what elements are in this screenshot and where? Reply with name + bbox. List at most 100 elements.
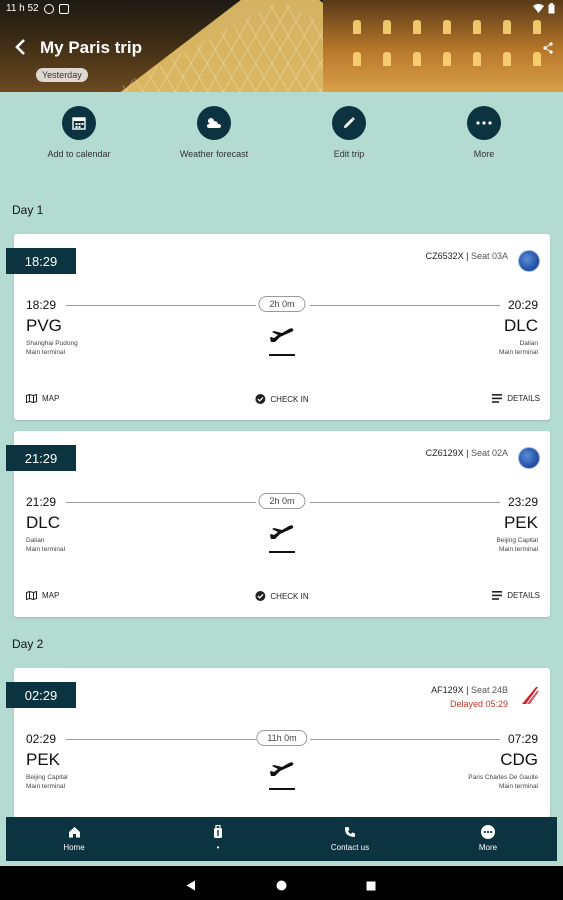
nav-home[interactable]: Home bbox=[34, 824, 114, 852]
check-in-label: CHECK IN bbox=[270, 394, 309, 404]
flight-duration: 2h 0m bbox=[258, 493, 306, 509]
departure-airport-code: DLC bbox=[26, 513, 61, 532]
flight-seat-info: CZ6129X | Seat 02A bbox=[425, 448, 508, 458]
nav-label: More bbox=[478, 843, 498, 852]
action-label: Weather forecast bbox=[179, 149, 249, 159]
details-label: DETAILS bbox=[507, 591, 540, 600]
departure-city-name: Shanghai Pudong bbox=[26, 340, 78, 347]
add-to-calendar-button[interactable]: Add to calendar bbox=[19, 106, 139, 159]
details-label: DETAILS bbox=[507, 394, 540, 403]
flight-duration: 11h 0m bbox=[256, 730, 308, 746]
bottom-navigation: Home • Contact us More bbox=[6, 817, 557, 861]
arrival-airport-code: DLC bbox=[503, 316, 538, 335]
departure-city-name: Dalian bbox=[26, 537, 45, 544]
arrival-terminal: Main terminal bbox=[498, 783, 538, 790]
day-label: Day 2 bbox=[12, 637, 44, 651]
route-line bbox=[310, 739, 500, 740]
route-line bbox=[66, 502, 256, 503]
check-circle-icon bbox=[255, 591, 266, 601]
flight-number: CZ6129X bbox=[425, 448, 464, 458]
arrival-time: 23:29 bbox=[507, 495, 538, 509]
map-icon bbox=[26, 591, 37, 600]
plane-underline bbox=[269, 788, 295, 790]
back-arrow-icon[interactable] bbox=[14, 38, 26, 60]
plane-underline bbox=[269, 551, 295, 553]
departure-city: Beijing Capital Main terminal bbox=[26, 773, 68, 791]
arrival-time: 20:29 bbox=[507, 298, 538, 312]
notification-icon bbox=[43, 3, 54, 14]
edit-trip-button[interactable]: Edit trip bbox=[289, 106, 409, 159]
map-label: MAP bbox=[42, 394, 60, 403]
home-circle-icon[interactable] bbox=[276, 878, 287, 896]
flight-card[interactable]: 21:29 CZ6129X | Seat 02A 21:29 2h 0m 23:… bbox=[6, 431, 550, 617]
seat-number: Seat 02A bbox=[470, 448, 508, 458]
phone-icon bbox=[310, 824, 390, 840]
route-line bbox=[310, 305, 500, 306]
arrival-city: Dalian Main terminal bbox=[499, 339, 538, 357]
plane-underline bbox=[269, 354, 295, 356]
weather-forecast-button[interactable]: Weather forecast bbox=[154, 106, 274, 159]
nav-contact-us[interactable]: Contact us bbox=[310, 824, 390, 852]
map-icon bbox=[26, 394, 37, 403]
android-navigation-bar bbox=[0, 866, 563, 900]
departure-airport-code: PVG bbox=[26, 316, 62, 335]
route-line bbox=[310, 502, 500, 503]
departure-terminal: Main terminal bbox=[26, 546, 66, 553]
more-actions-button[interactable]: More bbox=[424, 106, 544, 159]
departure-terminal: Main terminal bbox=[26, 349, 66, 356]
flight-card[interactable]: 02:29 AF129X | Seat 24B Delayed 05:29 02… bbox=[6, 668, 550, 818]
map-button[interactable]: MAP bbox=[26, 394, 59, 403]
departure-city: Dalian Main terminal bbox=[26, 536, 65, 554]
back-triangle-icon[interactable] bbox=[186, 878, 196, 896]
plane-takeoff-icon bbox=[269, 523, 295, 550]
more-icon bbox=[467, 106, 501, 140]
check-in-button[interactable]: CHECK IN bbox=[255, 394, 309, 404]
nav-more[interactable]: More bbox=[448, 824, 528, 852]
map-label: MAP bbox=[42, 591, 60, 600]
check-in-button[interactable]: CHECK IN bbox=[255, 591, 309, 601]
nav-label: Home bbox=[63, 843, 85, 852]
action-label: Edit trip bbox=[333, 149, 365, 159]
arrival-terminal: Main terminal bbox=[498, 546, 538, 553]
departure-terminal: Main terminal bbox=[26, 783, 66, 790]
departure-time: 21:29 bbox=[26, 495, 57, 509]
details-button[interactable]: DETAILS bbox=[492, 394, 540, 403]
action-label: Add to calendar bbox=[47, 149, 111, 159]
date-badge: Yesterday bbox=[36, 68, 88, 82]
departure-city-name: Beijing Capital bbox=[26, 774, 68, 781]
arrival-time: 07:29 bbox=[507, 732, 538, 746]
share-icon[interactable] bbox=[543, 42, 553, 57]
list-icon bbox=[492, 591, 503, 600]
nav-trips[interactable]: • bbox=[178, 824, 258, 852]
action-label: More bbox=[473, 149, 495, 159]
departure-time-tag: 21:29 bbox=[6, 445, 76, 471]
arrival-airport-code: PEK bbox=[503, 513, 538, 532]
departure-airport-code: PEK bbox=[26, 750, 61, 769]
map-button[interactable]: MAP bbox=[26, 591, 59, 600]
departure-time: 02:29 bbox=[26, 732, 57, 746]
arrival-city-name: Paris Charles De Gaulle bbox=[468, 774, 538, 781]
arrival-city-name: Dalian bbox=[519, 340, 538, 347]
departure-time: 18:29 bbox=[26, 298, 57, 312]
sd-card-icon bbox=[58, 3, 69, 14]
check-circle-icon bbox=[255, 394, 266, 404]
weather-icon bbox=[197, 106, 231, 140]
air-france-logo-icon bbox=[518, 684, 540, 706]
luggage-icon bbox=[178, 824, 258, 840]
battery-icon bbox=[548, 3, 555, 14]
flight-card[interactable]: 18:29 CZ6532X | Seat 03A 18:29 2h 0m 20:… bbox=[6, 234, 550, 420]
arrival-city: Beijing Capital Main terminal bbox=[496, 536, 538, 554]
departure-city: Shanghai Pudong Main terminal bbox=[26, 339, 78, 357]
header-banner: 11 h 52 My Paris trip Yesterday bbox=[0, 0, 563, 92]
nav-label: • bbox=[216, 843, 220, 852]
delay-status: Delayed 05:29 bbox=[449, 699, 508, 709]
details-button[interactable]: DETAILS bbox=[492, 591, 540, 600]
recents-square-icon[interactable] bbox=[366, 878, 376, 896]
more-icon bbox=[448, 824, 528, 840]
seat-number: Seat 03A bbox=[470, 251, 508, 261]
departure-time-tag: 18:29 bbox=[6, 248, 76, 274]
check-in-label: CHECK IN bbox=[270, 591, 309, 601]
china-southern-logo-icon bbox=[518, 447, 540, 469]
list-icon bbox=[492, 394, 503, 403]
china-southern-logo-icon bbox=[518, 250, 540, 272]
